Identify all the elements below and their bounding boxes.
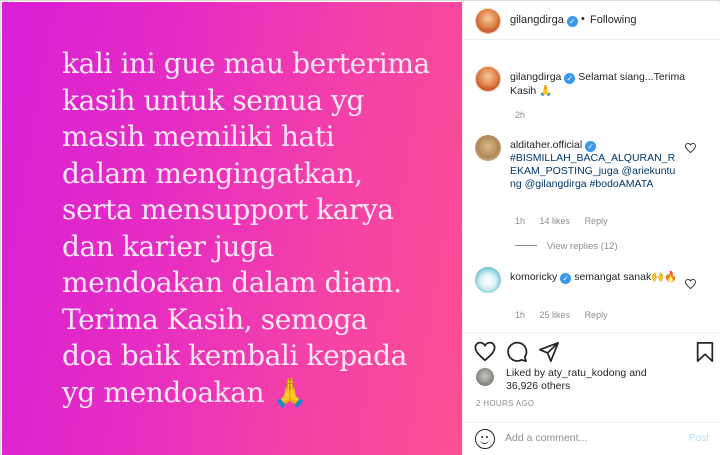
caption-avatar[interactable] bbox=[475, 66, 501, 92]
comment-avatar[interactable] bbox=[475, 267, 501, 293]
post-comment-button[interactable]: Post bbox=[689, 433, 709, 444]
action-bar bbox=[463, 332, 720, 372]
view-replies-label: View replies (12) bbox=[547, 241, 618, 252]
comment-avatar[interactable] bbox=[475, 135, 501, 161]
comment-like-heart-icon[interactable] bbox=[685, 143, 696, 153]
author-avatar[interactable] bbox=[475, 8, 501, 34]
comment-meta: 1h 14 likes Reply bbox=[515, 216, 620, 226]
add-comment-input[interactable] bbox=[505, 432, 675, 444]
comment-time[interactable]: 1h bbox=[515, 310, 525, 320]
caption-time[interactable]: 2h bbox=[515, 110, 525, 120]
replies-divider bbox=[515, 245, 537, 246]
comment-reply-button[interactable]: Reply bbox=[585, 310, 608, 320]
post-window: kali ini gue mau berterima kasih untuk s… bbox=[0, 0, 720, 455]
comment-like-heart-icon[interactable] bbox=[685, 279, 696, 289]
verified-badge-icon: ✓ bbox=[564, 73, 576, 84]
verified-badge-icon: ✓ bbox=[585, 141, 597, 152]
save-bookmark-icon[interactable] bbox=[694, 341, 716, 363]
post-side-panel: gilangdirga ✓ • Following gilangdirga ✓ Se… bbox=[462, 2, 720, 455]
post-image[interactable]: kali ini gue mau berterima kasih untuk s… bbox=[2, 2, 462, 455]
like-heart-icon[interactable] bbox=[474, 341, 496, 363]
liker-username[interactable]: aty_ratu_kodong bbox=[548, 367, 626, 379]
verified-badge-icon: ✓ bbox=[566, 16, 578, 27]
likes-connector: and bbox=[629, 367, 647, 379]
comment-time[interactable]: 1h bbox=[515, 216, 525, 226]
verified-badge-icon: ✓ bbox=[560, 273, 572, 284]
post-header: gilangdirga ✓ • Following bbox=[463, 2, 720, 40]
likes-prefix: Liked by bbox=[506, 367, 546, 379]
view-replies-button[interactable]: View replies (12) bbox=[515, 241, 618, 252]
caption-username[interactable]: gilangdirga bbox=[510, 71, 561, 83]
comment-text: semangat sanak🙌🔥 bbox=[574, 271, 678, 283]
liker-avatar[interactable] bbox=[476, 368, 494, 386]
header-separator: • bbox=[581, 13, 585, 25]
comment-reply-button[interactable]: Reply bbox=[585, 216, 608, 226]
comment-username[interactable]: komoricky bbox=[510, 271, 557, 283]
caption: gilangdirga ✓ Selamat siang...Terima Kasi… bbox=[510, 70, 710, 98]
emoji-smiley-icon[interactable] bbox=[475, 429, 495, 449]
comment-username[interactable]: alditaher.official bbox=[510, 139, 582, 151]
author-username-row[interactable]: gilangdirga ✓ bbox=[510, 14, 578, 27]
share-paper-plane-icon[interactable] bbox=[538, 341, 560, 363]
comment-bubble-icon[interactable] bbox=[506, 341, 528, 363]
comment-bar: Post bbox=[463, 422, 720, 455]
comment-likes[interactable]: 14 likes bbox=[540, 216, 571, 226]
likes-others-link[interactable]: 36,926 others bbox=[506, 380, 570, 392]
likes-summary: Liked by aty_ratu_kodong and 36,926 othe… bbox=[506, 367, 706, 393]
comment-likes[interactable]: 25 likes bbox=[540, 310, 571, 320]
author-username[interactable]: gilangdirga bbox=[510, 14, 564, 26]
comment-meta: 1h 25 likes Reply bbox=[515, 310, 620, 320]
post-image-text: kali ini gue mau berterima kasih untuk s… bbox=[62, 47, 430, 409]
comment-item: komoricky ✓ semangat sanak🙌🔥 bbox=[510, 270, 685, 284]
comment-text: #BISMILLAH_BACA_ALQURAN_REKAM_POSTING_ju… bbox=[510, 152, 676, 190]
post-timestamp[interactable]: 2 HOURS AGO bbox=[476, 399, 534, 408]
comment-item: alditaher.official ✓ #BISMILLAH_BACA_ALQU… bbox=[510, 139, 680, 191]
following-button[interactable]: Following bbox=[590, 14, 636, 26]
